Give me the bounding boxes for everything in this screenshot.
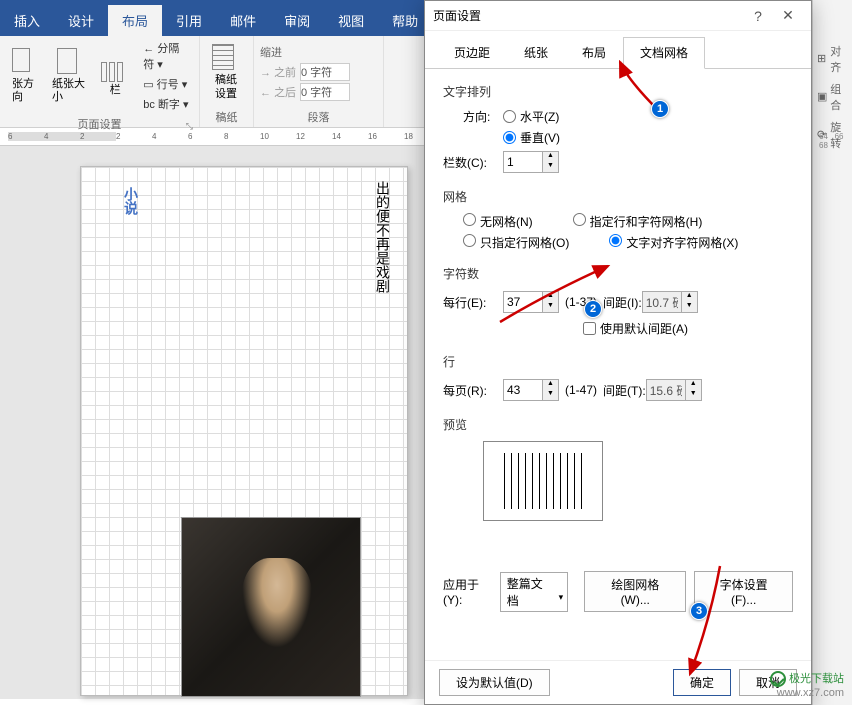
document-title-text[interactable]: 小说	[121, 187, 141, 215]
align-button[interactable]: ⊞对齐	[813, 40, 852, 78]
arrange-panel: ⊞对齐 ▣组合 ⟳旋转 64 66 68	[812, 0, 852, 705]
size-label: 纸张大小	[52, 78, 89, 104]
dlg-tab-margins[interactable]: 页边距	[437, 37, 507, 68]
set-default-button[interactable]: 设为默认值(D)	[439, 669, 550, 696]
tab-references[interactable]: 引用	[162, 5, 216, 36]
direction-label: 方向:	[463, 108, 503, 125]
indent-before-input[interactable]	[300, 63, 350, 81]
watermark-logo-icon	[770, 671, 786, 687]
vertical-radio[interactable]	[503, 131, 516, 144]
page-setup-dialog: 页面设置 ? ✕ 页边距 纸张 布局 文档网格 文字排列 方向: 水平(Z) 垂…	[424, 0, 812, 705]
font-settings-button[interactable]: 字体设置(F)...	[694, 571, 793, 612]
dlg-tab-grid[interactable]: 文档网格	[623, 37, 705, 69]
dialog-titlebar[interactable]: 页面设置 ? ✕	[425, 1, 811, 31]
manuscript-group-label: 稿纸	[206, 107, 247, 127]
manuscript-label: 稿纸 设置	[215, 74, 237, 100]
paragraph-group-label: 段落	[260, 107, 377, 127]
group-button[interactable]: ▣组合	[813, 78, 852, 116]
page-setup-launcher-icon[interactable]: ⤡	[186, 121, 193, 132]
ok-button[interactable]: 确定	[673, 669, 731, 696]
columns-count-label: 栏数(C):	[443, 154, 503, 171]
per-page-label: 每页(R):	[443, 382, 503, 399]
per-page-range: (1-47)	[565, 383, 597, 397]
indent-header: 缩进	[260, 44, 377, 62]
line-spacing-spinner: ▲▼	[646, 379, 702, 401]
chars-section: 字符数	[443, 265, 793, 282]
page-setup-group-label: 页面设置⤡	[6, 114, 193, 134]
preview-box	[483, 441, 603, 521]
apply-to-select[interactable]: 整篇文档	[500, 572, 568, 612]
columns-count-spinner[interactable]: ▲▼	[503, 151, 559, 173]
dialog-title: 页面设置	[433, 7, 743, 24]
manuscript-button[interactable]: 稿纸 设置	[206, 38, 246, 107]
document-page[interactable]: 小说 出的便不再是戏剧	[80, 166, 408, 696]
dialog-tabs: 页边距 纸张 布局 文档网格	[425, 37, 811, 69]
text-direction-section: 文字排列	[443, 83, 793, 100]
dialog-help-button[interactable]: ?	[743, 8, 773, 24]
dialog-body: 文字排列 方向: 水平(Z) 垂直(V) 栏数(C): ▲▼ 网格 无网格(N)…	[425, 69, 811, 626]
char-spacing-label: 间距(I):	[603, 294, 642, 311]
breaks-button[interactable]: ← 分隔符 ▾	[139, 38, 193, 74]
group-icon: ▣	[817, 90, 828, 104]
indent-after-label: ← 之后	[260, 84, 300, 100]
char-spacing-spinner: ▲▼	[642, 291, 698, 313]
dlg-tab-layout[interactable]: 布局	[565, 37, 623, 68]
line-spacing-label: 间距(T):	[603, 382, 646, 399]
apply-to-label: 应用于(Y):	[443, 576, 492, 607]
document-image[interactable]	[181, 517, 361, 697]
tab-mailings[interactable]: 邮件	[216, 5, 270, 36]
per-line-label: 每行(E):	[443, 294, 503, 311]
annotation-badge-3: 3	[690, 602, 708, 620]
grid-none-radio[interactable]	[463, 213, 476, 226]
per-line-spinner[interactable]: ▲▼	[503, 291, 559, 313]
hyphenation-button[interactable]: bc 断字 ▾	[139, 94, 193, 114]
annotation-badge-2: 2	[584, 300, 602, 318]
per-page-spinner[interactable]: ▲▼	[503, 379, 559, 401]
size-button[interactable]: 纸张大小	[46, 38, 95, 114]
tab-insert[interactable]: 插入	[0, 5, 54, 36]
tab-view[interactable]: 视图	[324, 5, 378, 36]
grid-section: 网格	[443, 188, 793, 205]
grid-lineonly-radio[interactable]	[463, 234, 476, 247]
columns-label: 栏	[110, 84, 121, 97]
default-spacing-checkbox[interactable]	[583, 322, 596, 335]
annotation-badge-1: 1	[651, 100, 669, 118]
grid-linechar-radio[interactable]	[573, 213, 586, 226]
lines-section: 行	[443, 353, 793, 370]
dialog-footer: 设为默认值(D) 确定 取消	[425, 660, 811, 704]
line-numbers-button[interactable]: ▭ 行号 ▾	[139, 74, 193, 94]
indent-before-label: → 之前	[260, 64, 300, 80]
draw-grid-button[interactable]: 绘图网格(W)...	[584, 571, 686, 612]
dialog-close-button[interactable]: ✕	[773, 7, 803, 24]
grid-charalign-radio[interactable]	[609, 234, 622, 247]
columns-button[interactable]: 栏	[95, 38, 135, 114]
orientation-button[interactable]: 张方向	[6, 38, 46, 114]
ruler-right: 64 66 68	[819, 132, 852, 150]
watermark: 极光下载站 www.xz7.com	[770, 670, 844, 699]
document-body-text[interactable]: 出的便不再是戏剧	[373, 181, 393, 293]
tab-design[interactable]: 设计	[54, 5, 108, 36]
dlg-tab-paper[interactable]: 纸张	[507, 37, 565, 68]
tab-review[interactable]: 审阅	[270, 5, 324, 36]
indent-after-input[interactable]	[300, 83, 350, 101]
tab-layout[interactable]: 布局	[108, 5, 162, 36]
align-icon: ⊞	[817, 52, 828, 66]
preview-label: 预览	[443, 416, 793, 433]
horizontal-radio[interactable]	[503, 110, 516, 123]
orientation-label: 张方向	[12, 78, 40, 104]
